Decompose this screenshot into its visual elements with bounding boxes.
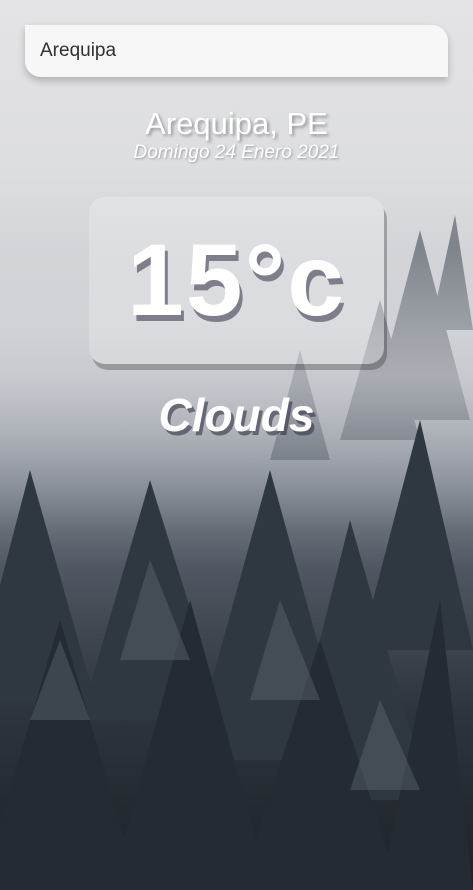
temperature-value: 15°c <box>127 223 346 337</box>
current-date: Domingo 24 Enero 2021 <box>133 142 340 163</box>
temperature-card: 15°c <box>89 197 384 364</box>
weather-condition: Clouds <box>158 389 315 441</box>
search-box <box>25 25 448 77</box>
location-block: Arequipa, PE Domingo 24 Enero 2021 <box>0 106 473 164</box>
city-search-input[interactable] <box>25 25 448 77</box>
city-name: Arequipa, PE <box>145 106 328 141</box>
